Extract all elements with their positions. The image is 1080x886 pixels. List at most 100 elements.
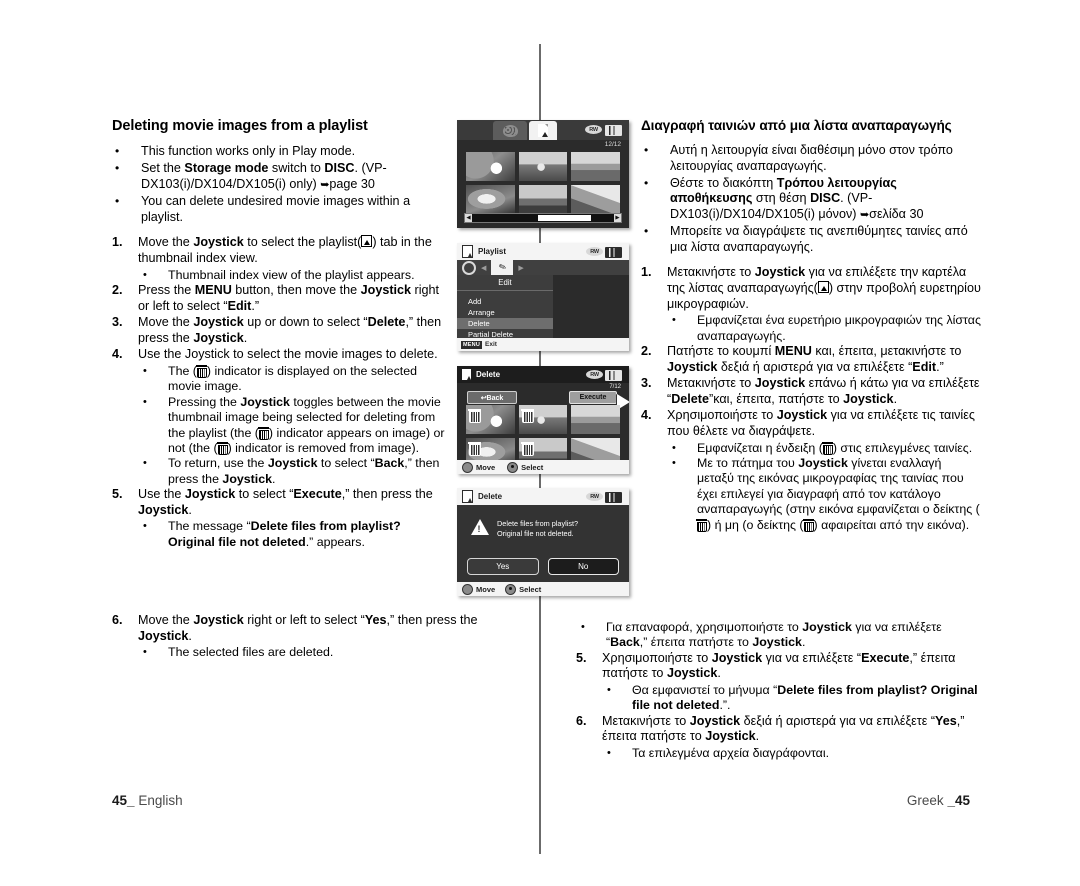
bullet-marker: • xyxy=(115,144,120,159)
menu-item-add[interactable]: Add xyxy=(457,296,553,307)
bullet-marker: • xyxy=(644,175,649,190)
lcd4-body: Delete files from playlist? Original fil… xyxy=(457,505,629,582)
menu-item-arrange[interactable]: Arrange xyxy=(457,307,553,318)
sub-text: To return, use the Joystick to select “B… xyxy=(168,456,440,486)
thumbnail-item[interactable] xyxy=(571,405,620,434)
footer-left-page: 45 xyxy=(112,793,128,808)
step-text: Press the MENU button, then move the Joy… xyxy=(138,282,440,313)
bullet-marker: • xyxy=(581,621,585,633)
intro-text: Αυτή η λειτουργία είναι διαθέσιμη μόνο σ… xyxy=(670,143,953,173)
greek-step-5: 5. Χρησιμοποιήστε το Joystick για να επι… xyxy=(562,651,982,682)
back-button[interactable]: ↩Back xyxy=(467,391,517,404)
footer-right-page: 45 xyxy=(954,793,970,808)
step-number: 5. xyxy=(576,650,587,665)
trash-icon xyxy=(468,408,481,423)
sub-text: The selected files are deleted. xyxy=(168,645,334,660)
battery-icon xyxy=(605,247,622,258)
thumbnail-item[interactable] xyxy=(466,152,515,181)
scroll-thumb[interactable] xyxy=(538,215,592,221)
thumbnail-item[interactable] xyxy=(466,185,515,214)
bullet-marker: • xyxy=(143,364,147,377)
trash-icon xyxy=(258,427,270,440)
step-6: 6. Move the Joystick right or left to se… xyxy=(112,613,532,644)
gear-icon[interactable] xyxy=(462,260,476,275)
execute-button[interactable]: Execute xyxy=(569,391,617,404)
step-text: Use the Joystick to select “Execute,” th… xyxy=(138,487,433,517)
trash-icon xyxy=(802,519,814,532)
chevron-right-icon[interactable]: ▶ xyxy=(518,264,523,272)
menu-button-hint[interactable]: MENU xyxy=(461,340,482,349)
lcd-confirm-dialog: Delete RW Delete files from playlist? Or… xyxy=(457,488,629,596)
yes-button[interactable]: Yes xyxy=(467,558,539,575)
step-number: 3. xyxy=(641,376,652,391)
battery-icon xyxy=(605,125,622,136)
lcd2-tab-bar: ◀ ✎ ▶ xyxy=(457,260,629,275)
edit-pencil-icon[interactable]: ✎ xyxy=(491,260,514,275)
scroll-left-icon[interactable]: ◀ xyxy=(465,214,472,222)
intro-bullet: • You can delete undesired movie images … xyxy=(112,194,447,225)
thumbnail-item-selected[interactable] xyxy=(518,405,567,434)
menu-item-delete[interactable]: Delete xyxy=(457,318,553,329)
disc-rw-icon: RW xyxy=(586,247,603,256)
bullet-marker: • xyxy=(607,747,611,759)
intro-text: You can delete undesired movie images wi… xyxy=(141,194,411,224)
step-number: 6. xyxy=(112,613,123,627)
scroll-right-icon[interactable]: ▶ xyxy=(614,214,621,222)
battery-icon xyxy=(605,492,622,503)
step-1-sub: • Thumbnail index view of the playlist a… xyxy=(112,268,447,283)
move-label: Move xyxy=(476,584,496,594)
lcd2-bottom-bar: MENU Exit xyxy=(457,338,629,351)
thumbnail-item[interactable] xyxy=(518,152,567,181)
arrow-icon: ➥ xyxy=(859,208,870,221)
thumbnail-item[interactable] xyxy=(518,185,567,214)
warning-icon xyxy=(471,519,489,535)
bullet-marker: • xyxy=(143,457,147,470)
intro-text: Μπορείτε να διαγράψετε τις ανεπιθύμητες … xyxy=(670,224,968,254)
sub-text: Εμφανίζεται ένα ευρετήριο μικρογραφιών τ… xyxy=(697,313,981,343)
step-text: Πατήστε το κουμπί MENU και, έπειτα, μετα… xyxy=(667,344,962,374)
step-2: 2. Press the MENU button, then move the … xyxy=(112,283,447,314)
step-number: 1. xyxy=(641,265,652,280)
chevron-left-icon[interactable]: ◀ xyxy=(481,264,486,272)
step-text: Move the Joystick to select the playlist… xyxy=(138,235,432,265)
playlist-icon xyxy=(538,124,548,137)
dialog-message-line1: Delete files from playlist? xyxy=(497,519,579,528)
tab-movie[interactable] xyxy=(493,121,527,140)
lcd-thumbnail-index: RW 12/12 ◀ ▶ xyxy=(457,120,629,228)
step-text: Move the Joystick up or down to select “… xyxy=(138,315,442,345)
sub-text: The () indicator is displayed on the sel… xyxy=(168,363,417,394)
trash-icon xyxy=(468,441,481,456)
joystick-move-icon xyxy=(462,461,473,473)
lcd2-title-bar: Playlist RW xyxy=(457,243,629,260)
footer-right: Greek _45 xyxy=(907,793,970,808)
battery-icon xyxy=(605,370,622,381)
lcd1-scrollbar[interactable]: ◀ ▶ xyxy=(464,213,622,223)
thumbnail-item-selected[interactable] xyxy=(466,405,515,434)
playlist-tab-icon xyxy=(817,281,829,294)
lcd-delete-select: Delete RW 7/12 ↩Back Execute Move Select xyxy=(457,366,629,474)
greek-step-5-sub: • Θα εμφανιστεί το μήνυμα “Delete files … xyxy=(562,683,982,714)
footer-left: 45_ English xyxy=(112,793,183,808)
thumbnail-item[interactable] xyxy=(571,185,620,214)
footer-right-sep: _ xyxy=(947,793,955,808)
arrow-icon: ➥ xyxy=(320,178,330,191)
menu-header-edit: Edit xyxy=(457,275,553,291)
page-title-english: Deleting movie images from a playlist xyxy=(112,118,368,134)
playlist-icon xyxy=(462,490,473,503)
step-1-gr: 1. Μετακινήστε το Joystick για να επιλέξ… xyxy=(641,265,981,312)
tab-playlist[interactable] xyxy=(529,121,557,140)
sub-text: Τα επιλεγμένα αρχεία διαγράφονται. xyxy=(632,746,830,760)
joystick-select-icon xyxy=(507,461,519,473)
step-1: 1. Move the Joystick to select the playl… xyxy=(112,235,447,266)
footer-left-language: English xyxy=(138,793,183,808)
no-button[interactable]: No xyxy=(547,558,619,575)
step-4-sub: • To return, use the Joystick to select … xyxy=(112,456,447,487)
thumbnail-item[interactable] xyxy=(571,152,620,181)
intro-bullet: • This function works only in Play mode. xyxy=(112,144,447,160)
sub-text: Θα εμφανιστεί το μήνυμα “Delete files fr… xyxy=(632,683,978,713)
intro-bullet-gr: • Μπορείτε να διαγράψετε τις ανεπιθύμητε… xyxy=(641,224,981,255)
bullet-marker: • xyxy=(143,646,147,659)
step-number: 4. xyxy=(112,347,123,362)
greek-step-6: 6. Μετακινήστε το Joystick δεξιά ή αριστ… xyxy=(562,714,982,745)
lcd1-thumbnail-grid xyxy=(466,152,620,218)
